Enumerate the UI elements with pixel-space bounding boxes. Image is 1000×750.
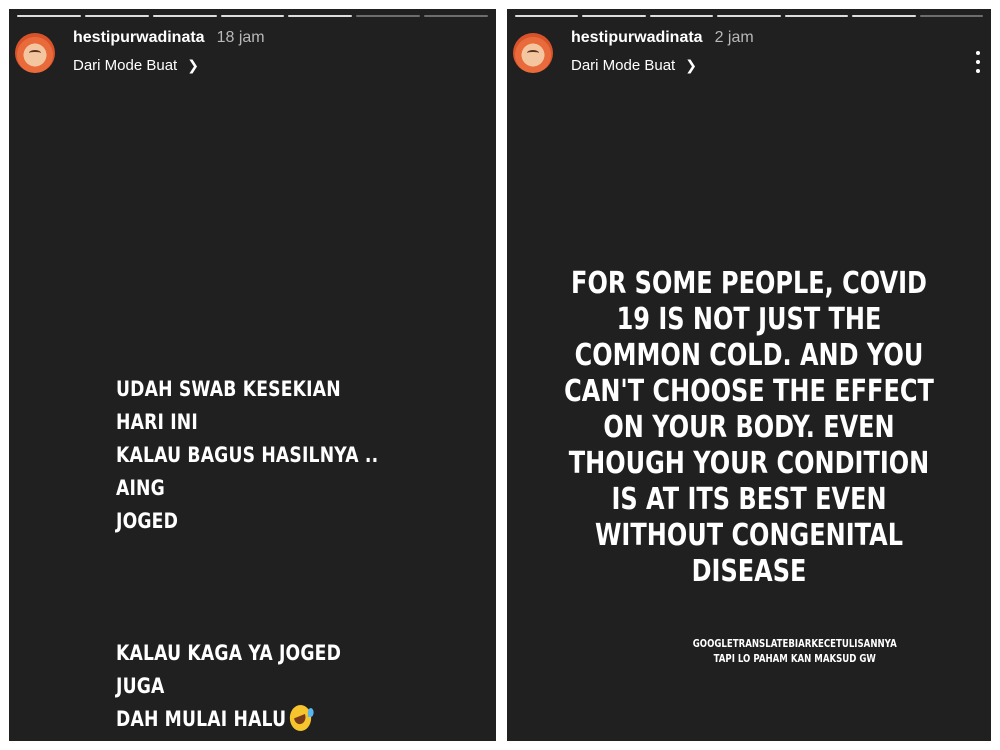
story-progress-bar bbox=[515, 15, 983, 17]
story-caption: For some people, covid 19 is not just th… bbox=[564, 266, 934, 589]
story-right[interactable]: hestipurwadinata 2 jam Dari Mode Buat ❯ … bbox=[507, 9, 991, 741]
progress-segment bbox=[784, 15, 849, 17]
source-label: Dari Mode Buat bbox=[73, 57, 178, 74]
progress-segment bbox=[84, 15, 149, 17]
progress-segment bbox=[649, 15, 714, 17]
progress-segment bbox=[288, 15, 353, 17]
caption-paragraph-1: Udah swab kesekian hari ini kalau bagus … bbox=[116, 377, 379, 533]
story-left[interactable]: hestipurwadinata 18 jam Dari Mode Buat ❯… bbox=[9, 9, 496, 741]
source-link[interactable]: Dari Mode Buat ❯ bbox=[571, 57, 754, 74]
avatar[interactable] bbox=[15, 33, 55, 73]
source-label: Dari Mode Buat bbox=[571, 57, 676, 74]
source-link[interactable]: Dari Mode Buat ❯ bbox=[73, 57, 265, 74]
avatar[interactable] bbox=[513, 33, 553, 73]
caption-paragraph-2: kalau kaga ya joged juga dah mulai halu bbox=[116, 637, 395, 736]
progress-segment bbox=[17, 15, 81, 17]
post-time: 18 jam bbox=[216, 29, 265, 46]
story-header: hestipurwadinata 18 jam Dari Mode Buat ❯ bbox=[15, 29, 265, 74]
progress-segment bbox=[220, 15, 285, 17]
rofl-emoji-icon bbox=[289, 705, 314, 731]
chevron-right-icon: ❯ bbox=[685, 57, 697, 73]
story-note: googletranslatebiarkecetulisannya tapi l… bbox=[692, 637, 897, 665]
story-header: hestipurwadinata 2 jam Dari Mode Buat ❯ bbox=[513, 29, 754, 74]
progress-segment bbox=[152, 15, 217, 17]
progress-segment bbox=[919, 15, 983, 17]
username[interactable]: hestipurwadinata bbox=[571, 29, 703, 47]
more-options-icon[interactable] bbox=[975, 51, 981, 73]
username[interactable]: hestipurwadinata bbox=[73, 29, 205, 47]
chevron-right-icon: ❯ bbox=[187, 57, 199, 73]
story-meta: hestipurwadinata 2 jam Dari Mode Buat ❯ bbox=[571, 29, 754, 74]
progress-segment bbox=[717, 15, 781, 17]
progress-segment bbox=[515, 15, 579, 17]
story-meta: hestipurwadinata 18 jam Dari Mode Buat ❯ bbox=[73, 29, 265, 74]
progress-segment bbox=[852, 15, 916, 17]
progress-segment bbox=[424, 15, 489, 17]
progress-segment bbox=[356, 15, 421, 17]
story-progress-bar bbox=[17, 15, 489, 17]
post-time: 2 jam bbox=[714, 29, 754, 46]
progress-segment bbox=[582, 15, 646, 17]
story-caption: Udah swab kesekian hari ini kalau bagus … bbox=[116, 340, 395, 741]
